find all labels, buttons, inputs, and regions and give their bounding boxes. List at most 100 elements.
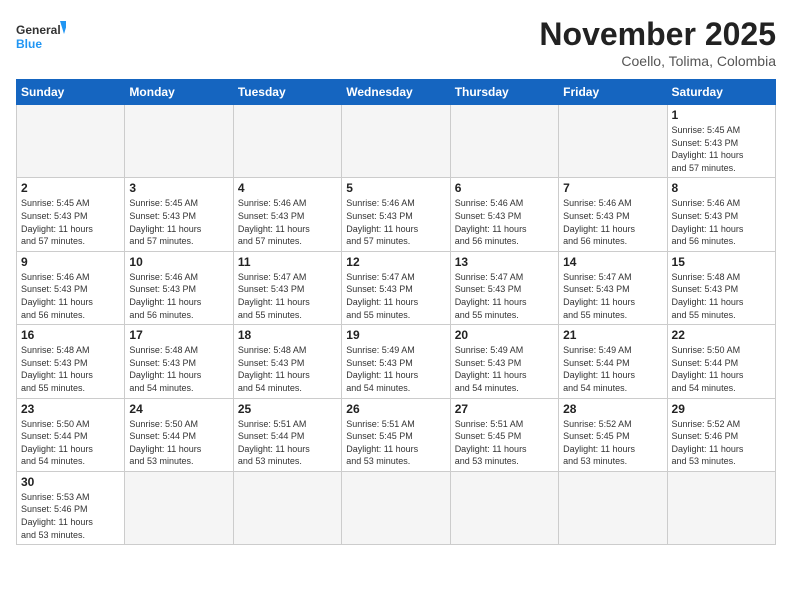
day-number: 15 [672,255,771,269]
day-info: Sunrise: 5:53 AM Sunset: 5:46 PM Dayligh… [21,491,120,541]
day-info: Sunrise: 5:46 AM Sunset: 5:43 PM Dayligh… [21,271,120,321]
calendar-cell [559,105,667,178]
calendar-cell: 6 Sunrise: 5:46 AM Sunset: 5:43 PM Daylig… [450,178,558,251]
day-info: Sunrise: 5:49 AM Sunset: 5:44 PM Dayligh… [563,344,662,394]
weekday-header: Monday [125,80,233,105]
day-number: 5 [346,181,445,195]
calendar-cell: 11 Sunrise: 5:47 AM Sunset: 5:43 PM Dayli… [233,251,341,324]
day-number: 30 [21,475,120,489]
day-info: Sunrise: 5:49 AM Sunset: 5:43 PM Dayligh… [455,344,554,394]
weekday-header: Sunday [17,80,125,105]
day-info: Sunrise: 5:47 AM Sunset: 5:43 PM Dayligh… [238,271,337,321]
day-info: Sunrise: 5:50 AM Sunset: 5:44 PM Dayligh… [672,344,771,394]
day-number: 11 [238,255,337,269]
calendar-cell [17,105,125,178]
day-info: Sunrise: 5:46 AM Sunset: 5:43 PM Dayligh… [455,197,554,247]
calendar-cell: 10 Sunrise: 5:46 AM Sunset: 5:43 PM Dayli… [125,251,233,324]
logo: General Blue [16,16,66,56]
day-number: 10 [129,255,228,269]
calendar-cell [125,105,233,178]
day-info: Sunrise: 5:48 AM Sunset: 5:43 PM Dayligh… [21,344,120,394]
calendar-cell [450,471,558,544]
day-number: 4 [238,181,337,195]
day-info: Sunrise: 5:47 AM Sunset: 5:43 PM Dayligh… [346,271,445,321]
calendar-cell: 7Sunrise: 5:46 AM Sunset: 5:43 PM Daylig… [559,178,667,251]
day-info: Sunrise: 5:47 AM Sunset: 5:43 PM Dayligh… [563,271,662,321]
day-info: Sunrise: 5:46 AM Sunset: 5:43 PM Dayligh… [129,271,228,321]
calendar-week-row: 16 Sunrise: 5:48 AM Sunset: 5:43 PM Dayli… [17,325,776,398]
day-info: Sunrise: 5:50 AM Sunset: 5:44 PM Dayligh… [21,418,120,468]
weekday-header: Tuesday [233,80,341,105]
weekday-header: Saturday [667,80,775,105]
day-info: Sunrise: 5:50 AM Sunset: 5:44 PM Dayligh… [129,418,228,468]
calendar-week-row: 23Sunrise: 5:50 AM Sunset: 5:44 PM Dayli… [17,398,776,471]
day-number: 25 [238,402,337,416]
calendar-cell: 4 Sunrise: 5:46 AM Sunset: 5:43 PM Daylig… [233,178,341,251]
day-info: Sunrise: 5:51 AM Sunset: 5:44 PM Dayligh… [238,418,337,468]
day-number: 3 [129,181,228,195]
day-number: 26 [346,402,445,416]
day-number: 28 [563,402,662,416]
day-info: Sunrise: 5:51 AM Sunset: 5:45 PM Dayligh… [346,418,445,468]
calendar-cell: 26 Sunrise: 5:51 AM Sunset: 5:45 PM Dayli… [342,398,450,471]
day-info: Sunrise: 5:49 AM Sunset: 5:43 PM Dayligh… [346,344,445,394]
calendar-cell: 18Sunrise: 5:48 AM Sunset: 5:43 PM Dayli… [233,325,341,398]
day-info: Sunrise: 5:46 AM Sunset: 5:43 PM Dayligh… [672,197,771,247]
weekday-header: Wednesday [342,80,450,105]
day-info: Sunrise: 5:48 AM Sunset: 5:43 PM Dayligh… [672,271,771,321]
calendar-week-row: 2 Sunrise: 5:45 AM Sunset: 5:43 PM Daylig… [17,178,776,251]
day-info: Sunrise: 5:45 AM Sunset: 5:43 PM Dayligh… [21,197,120,247]
calendar-cell: 12 Sunrise: 5:47 AM Sunset: 5:43 PM Dayli… [342,251,450,324]
month-title: November 2025 [539,16,776,53]
day-number: 7 [563,181,662,195]
calendar-cell: 28 Sunrise: 5:52 AM Sunset: 5:45 PM Dayli… [559,398,667,471]
location: Coello, Tolima, Colombia [539,53,776,69]
day-number: 13 [455,255,554,269]
day-number: 19 [346,328,445,342]
calendar-cell: 25 Sunrise: 5:51 AM Sunset: 5:44 PM Dayli… [233,398,341,471]
calendar-cell [667,471,775,544]
calendar-cell [342,471,450,544]
calendar-cell: 21Sunrise: 5:49 AM Sunset: 5:44 PM Dayli… [559,325,667,398]
svg-text:Blue: Blue [16,37,42,51]
day-number: 6 [455,181,554,195]
weekday-header: Thursday [450,80,558,105]
day-info: Sunrise: 5:52 AM Sunset: 5:45 PM Dayligh… [563,418,662,468]
day-number: 14 [563,255,662,269]
calendar-cell [559,471,667,544]
day-number: 18 [238,328,337,342]
day-info: Sunrise: 5:46 AM Sunset: 5:43 PM Dayligh… [238,197,337,247]
calendar-cell: 9 Sunrise: 5:46 AM Sunset: 5:43 PM Daylig… [17,251,125,324]
day-number: 16 [21,328,120,342]
calendar-cell: 23Sunrise: 5:50 AM Sunset: 5:44 PM Dayli… [17,398,125,471]
day-number: 9 [21,255,120,269]
page-header: General Blue November 2025 Coello, Tolim… [16,16,776,69]
calendar-cell: 15 Sunrise: 5:48 AM Sunset: 5:43 PM Dayli… [667,251,775,324]
svg-text:General: General [16,23,61,37]
calendar-cell: 2 Sunrise: 5:45 AM Sunset: 5:43 PM Daylig… [17,178,125,251]
day-number: 2 [21,181,120,195]
day-info: Sunrise: 5:45 AM Sunset: 5:43 PM Dayligh… [129,197,228,247]
calendar-table: SundayMondayTuesdayWednesdayThursdayFrid… [16,79,776,545]
day-number: 8 [672,181,771,195]
day-number: 17 [129,328,228,342]
title-block: November 2025 Coello, Tolima, Colombia [539,16,776,69]
calendar-cell: 19 Sunrise: 5:49 AM Sunset: 5:43 PM Dayli… [342,325,450,398]
calendar-cell: 5Sunrise: 5:46 AM Sunset: 5:43 PM Daylig… [342,178,450,251]
calendar-cell: 8 Sunrise: 5:46 AM Sunset: 5:43 PM Daylig… [667,178,775,251]
calendar-cell: 16 Sunrise: 5:48 AM Sunset: 5:43 PM Dayli… [17,325,125,398]
calendar-week-row: 9 Sunrise: 5:46 AM Sunset: 5:43 PM Daylig… [17,251,776,324]
calendar-cell: 14 Sunrise: 5:47 AM Sunset: 5:43 PM Dayli… [559,251,667,324]
day-number: 12 [346,255,445,269]
weekday-header: Friday [559,80,667,105]
calendar-cell: 3 Sunrise: 5:45 AM Sunset: 5:43 PM Daylig… [125,178,233,251]
calendar-week-row: 1Sunrise: 5:45 AM Sunset: 5:43 PM Daylig… [17,105,776,178]
day-info: Sunrise: 5:51 AM Sunset: 5:45 PM Dayligh… [455,418,554,468]
day-info: Sunrise: 5:52 AM Sunset: 5:46 PM Dayligh… [672,418,771,468]
calendar-cell: 30 Sunrise: 5:53 AM Sunset: 5:46 PM Dayli… [17,471,125,544]
day-number: 1 [672,108,771,122]
calendar-cell: 20Sunrise: 5:49 AM Sunset: 5:43 PM Dayli… [450,325,558,398]
calendar-week-row: 30 Sunrise: 5:53 AM Sunset: 5:46 PM Dayli… [17,471,776,544]
calendar-cell: 29Sunrise: 5:52 AM Sunset: 5:46 PM Dayli… [667,398,775,471]
calendar-cell: 22Sunrise: 5:50 AM Sunset: 5:44 PM Dayli… [667,325,775,398]
